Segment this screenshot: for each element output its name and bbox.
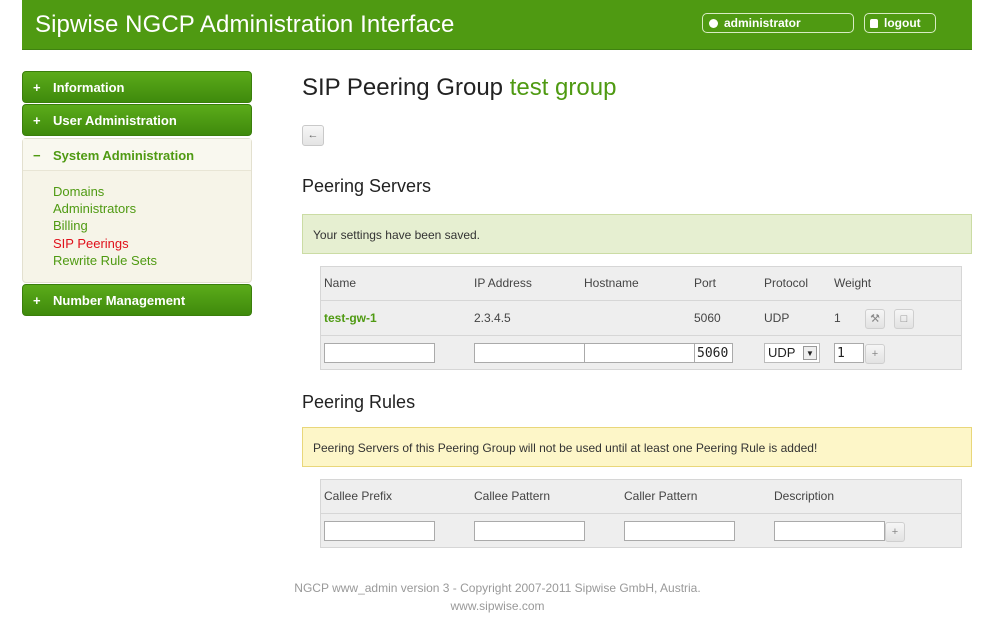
sidebar-item-label: Number Management — [53, 293, 186, 308]
sidebar-item-label: Information — [53, 80, 125, 95]
arrow-left-icon: ← — [307, 129, 319, 141]
back-button[interactable]: ← — [302, 125, 324, 146]
delete-server-button[interactable]: □ — [894, 309, 914, 329]
expand-icon: + — [33, 80, 41, 95]
peering-servers-title: Peering Servers — [302, 176, 432, 196]
wrench-icon: ⚒ — [870, 313, 880, 325]
peering-servers-table: Name IP Address Hostname Port Protocol W… — [320, 266, 962, 370]
sidebar-item-user-administration[interactable]: + User Administration — [22, 104, 252, 136]
user-icon — [709, 19, 718, 28]
success-message: Your settings have been saved. — [302, 214, 972, 254]
header-bar: Sipwise NGCP Administration Interface ad… — [22, 0, 972, 50]
plus-icon: + — [871, 348, 879, 360]
new-server-weight-input[interactable] — [834, 343, 864, 363]
peering-group-name: test group — [509, 74, 617, 101]
column-header: Weight — [834, 276, 872, 290]
column-header: Port — [694, 276, 717, 290]
add-rule-button[interactable]: + — [885, 522, 905, 542]
column-header: Description — [774, 489, 835, 503]
peering-rules-table: Callee Prefix Callee Pattern Caller Patt… — [320, 479, 962, 548]
trash-icon: □ — [900, 313, 908, 325]
expand-icon: + — [33, 293, 41, 308]
footer-website-link[interactable]: www.sipwise.com — [0, 599, 989, 613]
lock-icon — [870, 19, 878, 28]
plus-icon: + — [891, 526, 899, 538]
new-server-protocol-select[interactable]: UDP ▼ — [764, 343, 820, 363]
column-header: Protocol — [764, 276, 809, 290]
chevron-down-icon: ▼ — [803, 346, 817, 360]
add-server-button[interactable]: + — [865, 344, 885, 364]
new-server-row: UDP ▼ + — [321, 337, 961, 370]
column-header: Callee Prefix — [324, 489, 393, 503]
table-header-row: Name IP Address Hostname Port Protocol W… — [321, 267, 961, 301]
protocol-selected-value: UDP — [768, 345, 796, 360]
server-ip: 2.3.4.5 — [474, 311, 511, 325]
sidebar-item-number-management[interactable]: + Number Management — [22, 284, 252, 316]
table-row: test-gw-1 2.3.4.5 5060 UDP 1 ⚒ □ — [321, 302, 961, 336]
peering-rules-title: Peering Rules — [302, 392, 416, 412]
column-header: Hostname — [584, 276, 639, 290]
sidebar-link-rewrite-rule-sets[interactable]: Rewrite Rule Sets — [53, 253, 157, 268]
new-server-hostname-input[interactable] — [584, 343, 695, 363]
new-rule-callee-prefix-input[interactable] — [324, 521, 435, 541]
column-header: Caller Pattern — [624, 489, 698, 503]
sidebar-link-billing[interactable]: Billing — [53, 218, 88, 233]
column-header: IP Address — [474, 276, 532, 290]
server-weight: 1 — [834, 311, 841, 325]
table-header-row: Callee Prefix Callee Pattern Caller Patt… — [321, 480, 961, 514]
sidebar-item-information[interactable]: + Information — [22, 71, 252, 103]
server-protocol: UDP — [764, 311, 790, 325]
expand-icon: + — [33, 113, 41, 128]
column-header: Name — [324, 276, 357, 290]
new-rule-row: + — [321, 515, 961, 548]
server-name-link[interactable]: test-gw-1 — [324, 311, 377, 325]
collapse-icon: − — [33, 148, 41, 163]
edit-server-button[interactable]: ⚒ — [865, 309, 885, 329]
logout-button[interactable]: logout — [864, 13, 936, 33]
sidebar-section-system-administration: − System Administration Domains Administr… — [22, 138, 252, 283]
server-port: 5060 — [694, 311, 721, 325]
sidebar-link-domains[interactable]: Domains — [53, 184, 104, 199]
sidebar-item-system-administration[interactable]: − System Administration — [23, 139, 251, 171]
page-title: SIP Peering Group test group — [302, 74, 616, 102]
sidebar-item-label: User Administration — [53, 113, 177, 128]
new-rule-callee-pattern-input[interactable] — [474, 521, 585, 541]
sidebar-item-label: System Administration — [53, 148, 195, 163]
footer-copyright: NGCP www_admin version 3 - Copyright 200… — [294, 581, 701, 595]
app-title: Sipwise NGCP Administration Interface — [35, 11, 455, 38]
warning-message: Peering Servers of this Peering Group wi… — [302, 427, 972, 467]
new-rule-caller-pattern-input[interactable] — [624, 521, 735, 541]
column-header: Callee Pattern — [474, 489, 551, 503]
user-name: administrator — [724, 16, 801, 30]
new-rule-description-input[interactable] — [774, 521, 885, 541]
logout-label: logout — [884, 16, 921, 30]
user-account-button[interactable]: administrator — [702, 13, 854, 33]
new-server-port-input[interactable] — [694, 343, 733, 363]
new-server-name-input[interactable] — [324, 343, 435, 363]
sidebar-link-sip-peerings[interactable]: SIP Peerings — [53, 236, 129, 251]
page-title-prefix: SIP Peering Group — [302, 74, 504, 101]
sidebar-link-administrators[interactable]: Administrators — [53, 201, 136, 216]
new-server-ip-input[interactable] — [474, 343, 585, 363]
